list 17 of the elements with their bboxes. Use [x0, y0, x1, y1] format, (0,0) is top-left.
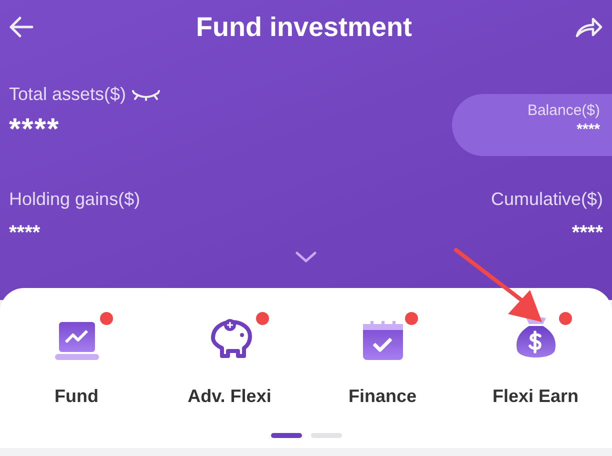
- holding-gains-value: ****: [9, 222, 42, 245]
- page-title: Fund investment: [196, 12, 412, 42]
- balance-pill[interactable]: Balance($) ****: [452, 94, 612, 156]
- laptop-chart-icon: [54, 320, 98, 362]
- eye-closed-icon[interactable]: [132, 88, 160, 100]
- total-assets-value: ****: [9, 113, 61, 147]
- menu-item[interactable]: Adv. Flexi: [153, 312, 306, 407]
- total-assets-label: Total assets($): [9, 84, 126, 105]
- holding-gains-label: Holding gains($): [9, 189, 140, 210]
- cumulative-label: Cumulative($): [490, 189, 603, 210]
- chevron-down-icon[interactable]: [295, 251, 317, 263]
- cumulative-value: ****: [570, 222, 603, 245]
- share-icon[interactable]: [574, 15, 604, 39]
- menu-item[interactable]: Fund: [0, 312, 153, 407]
- back-icon[interactable]: [8, 16, 34, 38]
- calendar-check-icon: [362, 320, 404, 362]
- menu-item[interactable]: Finance: [306, 312, 459, 407]
